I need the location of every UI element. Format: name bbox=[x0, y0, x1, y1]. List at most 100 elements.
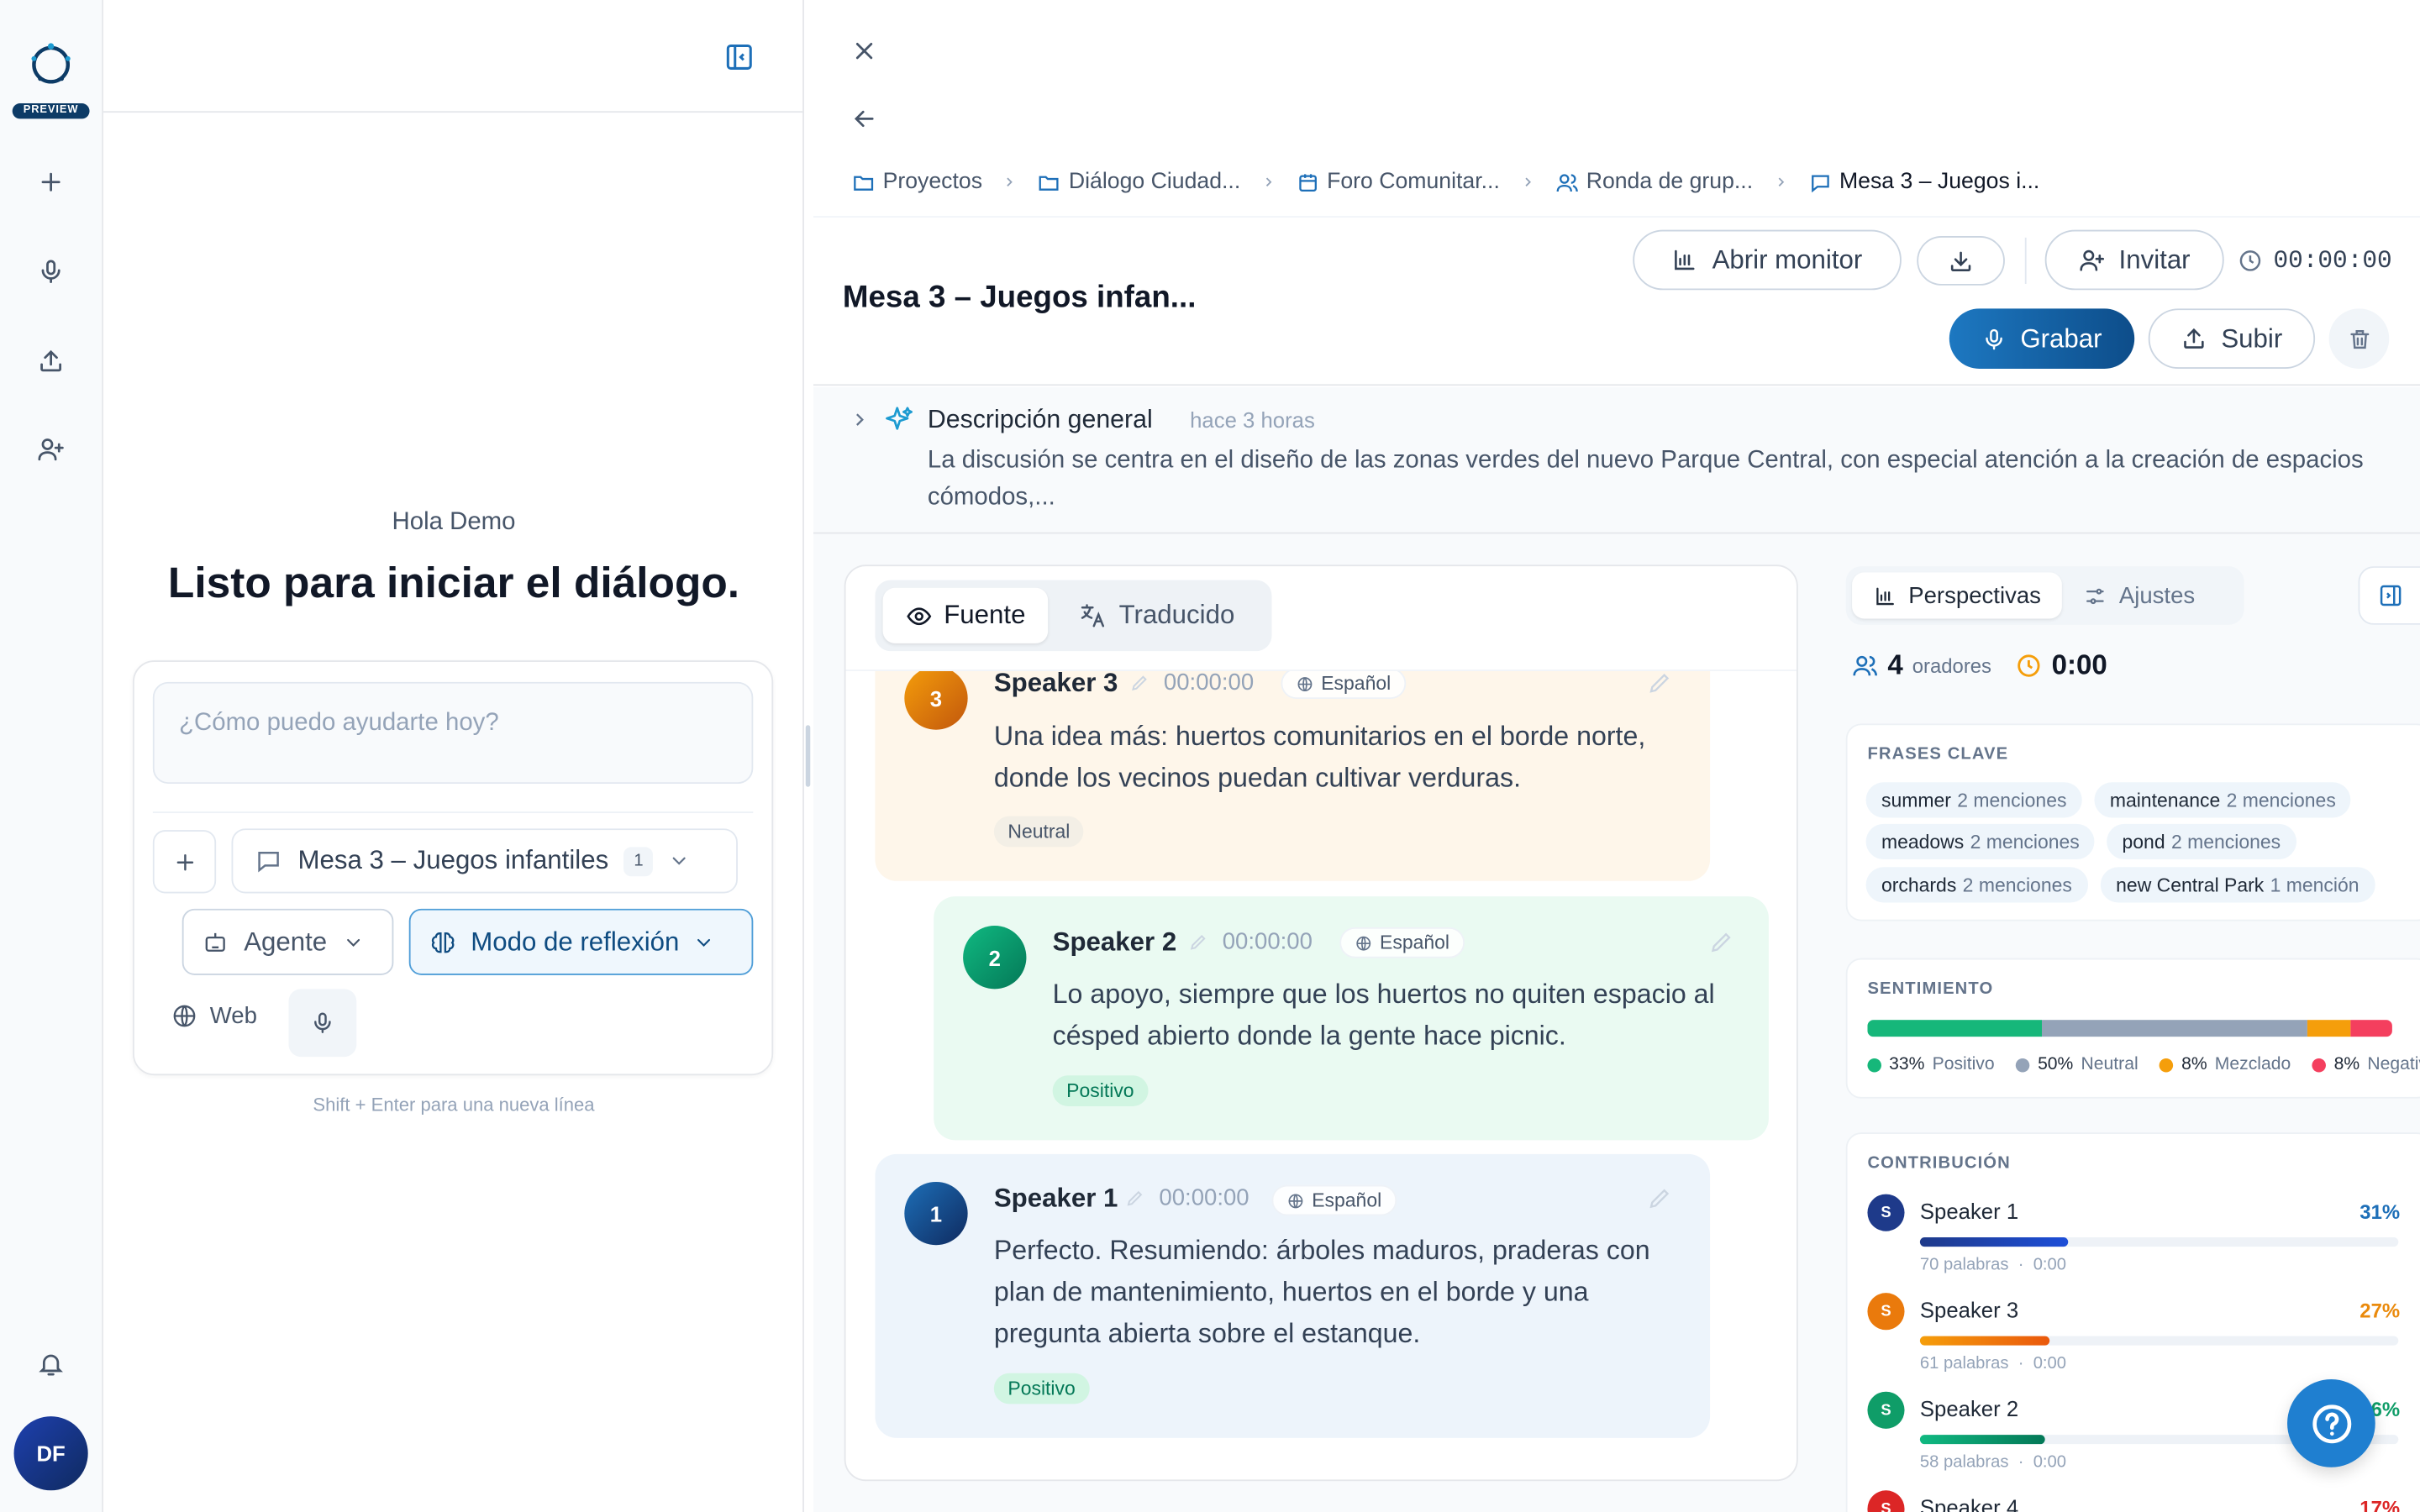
contributor-name: Speaker 3 bbox=[1919, 1297, 2019, 1323]
agent-label: Agente bbox=[244, 926, 328, 956]
record-button[interactable]: Grabar bbox=[1949, 308, 2135, 369]
transcript-message: 1 Speaker 1 00:00:00 Español Perfecto. R… bbox=[875, 1153, 1711, 1438]
speakers-count: 4 bbox=[1887, 649, 1903, 681]
chat-header bbox=[103, 0, 804, 113]
legend-pct: 33% bbox=[1889, 1055, 1925, 1074]
app-logo-icon[interactable] bbox=[26, 39, 76, 88]
breadcrumb: Proyectos Diálogo Ciudad... Foro Comunit… bbox=[852, 170, 2039, 194]
open-monitor-button[interactable]: Abrir monitor bbox=[1633, 229, 1902, 291]
globe-icon bbox=[1297, 676, 1313, 691]
bar-chart-icon bbox=[1876, 586, 1894, 605]
key-phrase-chip[interactable]: orchards 2 menciones bbox=[1865, 867, 2088, 903]
chevron-right-icon bbox=[1500, 175, 1555, 190]
legend-pct: 8% bbox=[2181, 1055, 2207, 1074]
upload-button[interactable] bbox=[31, 341, 71, 381]
speaker-avatar: S bbox=[1867, 1490, 1905, 1512]
chevron-right-icon bbox=[856, 413, 864, 426]
record-label: Grabar bbox=[2020, 323, 2102, 353]
breadcrumb-project[interactable]: Diálogo Ciudad... bbox=[1038, 170, 1240, 194]
key-phrase-mentions: 2 menciones bbox=[1957, 789, 2067, 811]
clock-icon bbox=[2239, 250, 2261, 271]
sentiment-tag: Neutral bbox=[993, 816, 1084, 848]
tab-perspectives[interactable]: Perspectivas bbox=[1852, 572, 2062, 619]
sentiment-segment bbox=[1867, 1020, 2043, 1037]
tab-translated[interactable]: Traducido bbox=[1073, 588, 1265, 643]
upload-button[interactable]: Subir bbox=[2148, 308, 2316, 369]
collapse-panel-button[interactable] bbox=[723, 40, 756, 74]
header-divider bbox=[2024, 237, 2027, 284]
key-phrase-chip[interactable]: maintenance 2 menciones bbox=[2094, 782, 2352, 818]
back-button[interactable] bbox=[850, 105, 878, 133]
transcript-list[interactable]: 3 Speaker 3 00:00:00 Español Una idea má… bbox=[845, 669, 1797, 1479]
legend-label: Mezclado bbox=[2214, 1055, 2291, 1074]
edit-message-button[interactable] bbox=[1647, 1185, 1673, 1211]
record-button[interactable] bbox=[31, 251, 71, 291]
open-monitor-label: Abrir monitor bbox=[1712, 244, 1863, 275]
edit-message-button[interactable] bbox=[1708, 929, 1734, 955]
help-button[interactable] bbox=[2287, 1379, 2375, 1467]
agent-dropdown[interactable]: Agente bbox=[182, 908, 394, 975]
delete-button[interactable] bbox=[2328, 308, 2390, 369]
timer-value: 00:00:00 bbox=[2273, 246, 2392, 275]
user-avatar[interactable]: DF bbox=[13, 1416, 88, 1491]
message-timestamp: 00:00:00 bbox=[1159, 1184, 1249, 1211]
add-user-icon bbox=[38, 438, 64, 461]
invite-user-button[interactable] bbox=[31, 429, 71, 470]
contributor-name: Speaker 2 bbox=[1919, 1396, 2019, 1421]
key-phrase-chip[interactable]: pond 2 menciones bbox=[2107, 823, 2296, 860]
notifications-button[interactable] bbox=[31, 1344, 71, 1384]
add-user-icon bbox=[2080, 249, 2104, 271]
key-phrase-chip[interactable]: meadows 2 menciones bbox=[1865, 823, 2096, 860]
reflection-mode-dropdown[interactable]: Modo de reflexión bbox=[408, 908, 754, 975]
chevron-right-icon bbox=[982, 175, 1038, 190]
pencil-icon bbox=[1711, 932, 1731, 953]
add-context-button[interactable] bbox=[152, 830, 217, 894]
toggle-insights-panel-button[interactable] bbox=[2358, 566, 2420, 625]
sentiment-segment bbox=[2307, 1020, 2350, 1037]
mode-label: Modo de reflexión bbox=[471, 926, 680, 956]
plus-icon bbox=[176, 853, 193, 870]
download-button[interactable] bbox=[1917, 236, 2005, 286]
message-text: Una idea más: huertos comunitarios en el… bbox=[993, 720, 1646, 794]
recording-timer: 00:00:00 bbox=[2238, 246, 2392, 275]
legend-label: Neutral bbox=[2081, 1055, 2139, 1074]
rename-speaker-button[interactable] bbox=[1129, 673, 1150, 693]
microphone-icon bbox=[41, 260, 60, 284]
key-phrase-term: maintenance bbox=[2109, 789, 2221, 811]
breadcrumb-projects[interactable]: Proyectos bbox=[852, 170, 982, 194]
panel-resize-handle[interactable] bbox=[805, 725, 811, 787]
pencil-icon bbox=[1132, 675, 1147, 691]
breadcrumb-round[interactable]: Ronda de grup... bbox=[1555, 170, 1753, 194]
contributor-name: Speaker 4 bbox=[1919, 1494, 2019, 1512]
voice-input-button[interactable] bbox=[288, 989, 357, 1058]
chat-composer: ¿Cómo puedo ayudarte hoy? Mesa 3 – Juego… bbox=[132, 660, 774, 1076]
speaker-number-badge: 1 bbox=[904, 1181, 968, 1246]
new-chat-button[interactable] bbox=[31, 162, 71, 202]
tab-settings[interactable]: Ajustes bbox=[2084, 572, 2195, 618]
conversation-selector[interactable]: Mesa 3 – Juegos infantiles 1 bbox=[231, 828, 738, 894]
transcript-message: 3 Speaker 3 00:00:00 Español Una idea má… bbox=[875, 670, 1711, 881]
conversation-stats: 4 oradores 0:00 bbox=[1852, 649, 2107, 682]
web-search-toggle[interactable]: Web bbox=[171, 1003, 257, 1029]
expand-overview-button[interactable] bbox=[849, 409, 871, 431]
speaker-avatar: S bbox=[1867, 1391, 1905, 1429]
edit-message-button[interactable] bbox=[1647, 671, 1673, 696]
key-phrase-chip[interactable]: summer 2 menciones bbox=[1865, 782, 2082, 818]
overview-timestamp: hace 3 horas bbox=[1190, 407, 1315, 433]
rename-speaker-button[interactable] bbox=[1125, 1188, 1145, 1208]
invite-button[interactable]: Invitar bbox=[2044, 229, 2224, 291]
breadcrumb-event[interactable]: Foro Comunitar... bbox=[1296, 170, 1500, 194]
close-button[interactable] bbox=[850, 37, 878, 65]
breadcrumb-current[interactable]: Mesa 3 – Juegos i... bbox=[1808, 170, 2039, 194]
speaking-time: 0:00 bbox=[2033, 1453, 2067, 1473]
tab-translated-label: Traducido bbox=[1118, 600, 1235, 630]
sentiment-bar bbox=[1867, 1020, 2392, 1037]
tab-source[interactable]: Fuente bbox=[882, 587, 1049, 643]
globe-icon bbox=[1288, 1193, 1303, 1208]
contribution-percent: 27% bbox=[2360, 1299, 2401, 1323]
prompt-input[interactable]: ¿Cómo puedo ayudarte hoy? bbox=[152, 681, 754, 785]
key-phrase-chip[interactable]: new Central Park 1 mención bbox=[2100, 867, 2375, 903]
chevron-down-icon bbox=[697, 938, 711, 947]
folder-icon bbox=[1039, 175, 1060, 190]
rename-speaker-button[interactable] bbox=[1188, 932, 1208, 952]
